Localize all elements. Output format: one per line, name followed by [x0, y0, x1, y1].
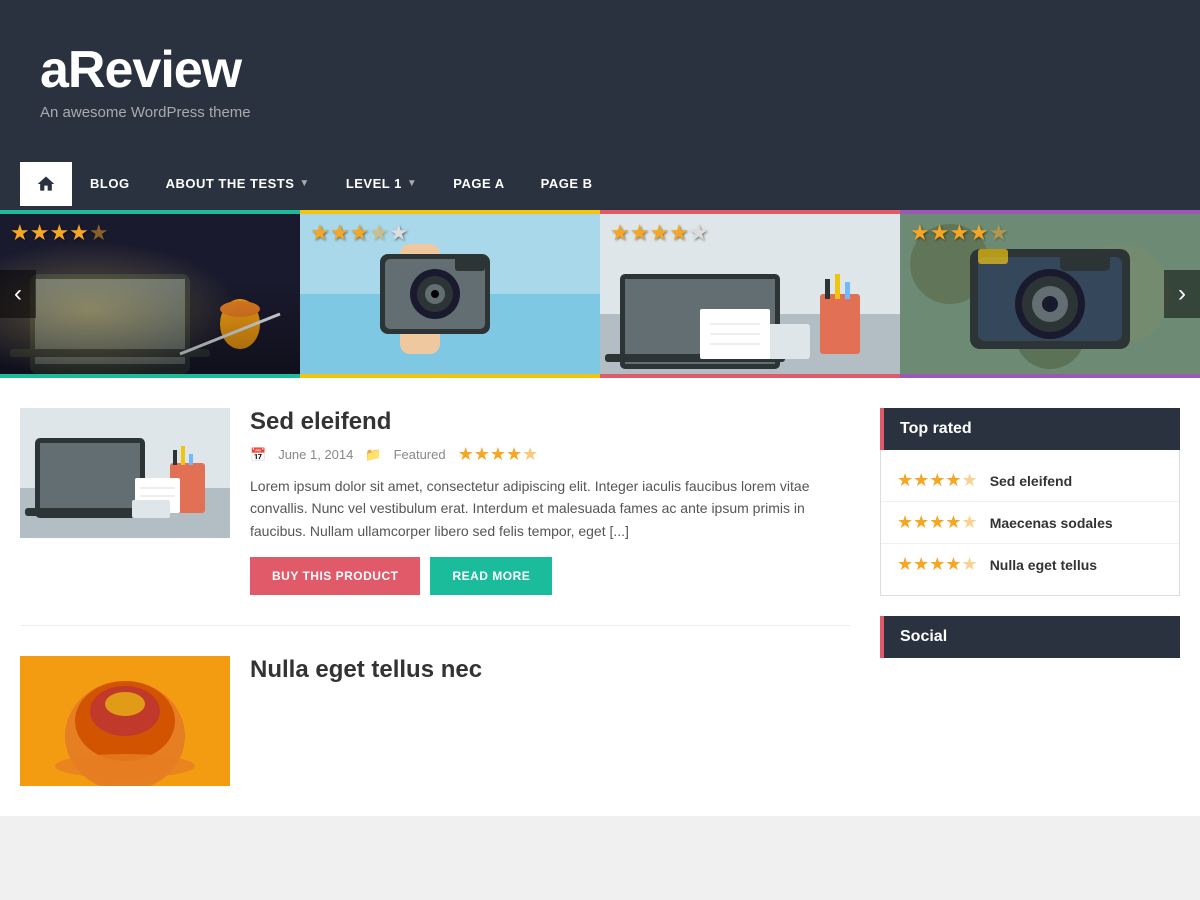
post-content-2: Nulla eget tellus nec [250, 656, 850, 786]
nav-item-pageb[interactable]: PAGE B [523, 160, 611, 207]
carousel-item-4[interactable]: ★★★★★ [900, 214, 1200, 374]
carousel-next-button[interactable]: › [1164, 270, 1200, 318]
carousel-prev-button[interactable]: ‹ [0, 270, 36, 318]
read-more-button[interactable]: READ MORE [430, 557, 552, 595]
main-layout: Sed eleifend 📅 June 1, 2014 📁 Featured ★… [0, 378, 1200, 816]
category-icon: 📁 [365, 447, 381, 463]
site-title: aReview [40, 44, 1160, 96]
color-bar-bottom [0, 374, 1200, 378]
color-bar2-yellow [300, 374, 600, 378]
nav-item-blog[interactable]: BLOG [72, 160, 148, 207]
chevron-down-icon: ▼ [407, 178, 417, 189]
top-rated-stars-1: ★★★★★ [897, 470, 978, 491]
carousel-stars-1: ★★★★★ [10, 222, 109, 244]
site-subtitle: An awesome WordPress theme [40, 104, 1160, 121]
content-area: Sed eleifend 📅 June 1, 2014 📁 Featured ★… [20, 408, 850, 786]
carousel-item-2[interactable]: ★★★★★ [300, 214, 600, 374]
carousel-stars-3: ★★★★★ [610, 222, 709, 244]
home-icon [36, 174, 56, 194]
color-bar2-teal [0, 374, 300, 378]
carousel-stars-4: ★★★★★ [910, 222, 1009, 244]
post-image-2 [20, 656, 230, 786]
site-nav: BLOG ABOUT THE TESTS ▼ LEVEL 1 ▼ PAGE A … [0, 160, 1200, 210]
post-rating-1: ★★★★★ [458, 444, 539, 465]
carousel: ‹ ★★★★★ [0, 214, 1200, 374]
top-rated-item-2[interactable]: ★★★★★ Maecenas sodales [881, 502, 1179, 544]
post-category-1: Featured [394, 447, 446, 462]
widget-top-rated-content: ★★★★★ Sed eleifend ★★★★★ Maecenas sodale… [880, 450, 1180, 596]
post-thumbnail-2 [20, 656, 230, 786]
color-bar2-purple [900, 374, 1200, 378]
site-header: aReview An awesome WordPress theme [0, 0, 1200, 160]
buy-product-button[interactable]: BUY THIS PRODUCT [250, 557, 420, 595]
color-bar2-red [600, 374, 900, 378]
post-excerpt-1: Lorem ipsum dolor sit amet, consectetur … [250, 475, 850, 542]
post-item-1: Sed eleifend 📅 June 1, 2014 📁 Featured ★… [20, 408, 850, 626]
calendar-icon: 📅 [250, 447, 266, 463]
top-rated-stars-2: ★★★★★ [897, 512, 978, 533]
widget-top-rated-header: Top rated [880, 408, 1180, 450]
top-rated-item-3[interactable]: ★★★★★ Nulla eget tellus [881, 544, 1179, 585]
post-thumbnail-1 [20, 408, 230, 538]
top-rated-title-2: Maecenas sodales [990, 515, 1113, 531]
nav-item-about[interactable]: ABOUT THE TESTS ▼ [148, 160, 328, 207]
top-rated-item-1[interactable]: ★★★★★ Sed eleifend [881, 460, 1179, 502]
post-date-1: June 1, 2014 [278, 447, 353, 462]
carousel-item-3[interactable]: ★★★★★ [600, 214, 900, 374]
post-title-1: Sed eleifend [250, 408, 850, 436]
carousel-stars-2: ★★★★★ [310, 222, 409, 244]
chevron-down-icon: ▼ [299, 178, 309, 189]
widget-social-header: Social [880, 616, 1180, 658]
post-content-1: Sed eleifend 📅 June 1, 2014 📁 Featured ★… [250, 408, 850, 595]
post-title-2: Nulla eget tellus nec [250, 656, 850, 684]
post-meta-1: 📅 June 1, 2014 📁 Featured ★★★★★ [250, 444, 850, 465]
post-item-2: Nulla eget tellus nec [20, 656, 850, 786]
top-rated-title-1: Sed eleifend [990, 473, 1072, 489]
carousel-track: ★★★★★ [0, 214, 1200, 374]
top-rated-title-3: Nulla eget tellus [990, 557, 1097, 573]
widget-social: Social [880, 616, 1180, 658]
post-image-1 [20, 408, 230, 538]
sidebar: Top rated ★★★★★ Sed eleifend ★★★★★ Maece… [880, 408, 1180, 786]
top-rated-stars-3: ★★★★★ [897, 554, 978, 575]
post-buttons-1: BUY THIS PRODUCT READ MORE [250, 557, 850, 595]
nav-item-pagea[interactable]: PAGE A [435, 160, 522, 207]
widget-top-rated: Top rated ★★★★★ Sed eleifend ★★★★★ Maece… [880, 408, 1180, 596]
nav-item-level1[interactable]: LEVEL 1 ▼ [328, 160, 435, 207]
carousel-item-1[interactable]: ★★★★★ [0, 214, 300, 374]
nav-home-button[interactable] [20, 162, 72, 206]
